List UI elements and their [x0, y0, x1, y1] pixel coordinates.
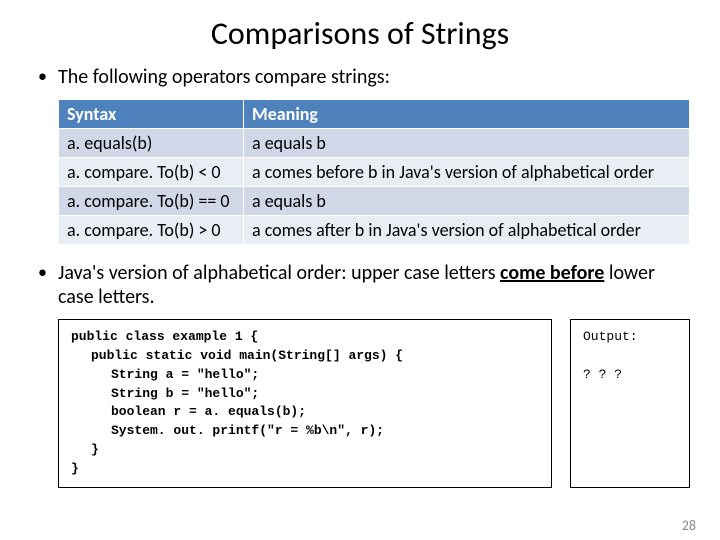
cell-meaning: a equals b — [244, 187, 690, 216]
cell-meaning: a comes after b in Java's version of alp… — [244, 216, 690, 245]
cell-syntax: a. compare. To(b) < 0 — [59, 158, 244, 187]
code-line: } — [71, 461, 79, 476]
page-title: Comparisons of Strings — [30, 14, 690, 53]
header-meaning: Meaning — [244, 100, 690, 129]
code-line: } — [71, 441, 539, 460]
intro-bullet: The following operators compare strings: — [30, 65, 690, 89]
code-block: public class example 1 { public static v… — [58, 319, 552, 488]
output-block: Output: ? ? ? — [570, 319, 690, 488]
cell-meaning: a comes before b in Java's version of al… — [244, 158, 690, 187]
table-row: a. compare. To(b) < 0 a comes before b i… — [59, 158, 690, 187]
table-row: a. compare. To(b) == 0 a equals b — [59, 187, 690, 216]
comparison-table: Syntax Meaning a. equals(b) a equals b a… — [58, 99, 690, 245]
cell-syntax: a. equals(b) — [59, 129, 244, 158]
cell-meaning: a equals b — [244, 129, 690, 158]
code-line: boolean r = a. equals(b); — [71, 403, 539, 422]
header-syntax: Syntax — [59, 100, 244, 129]
code-line: String a = "hello"; — [71, 366, 539, 385]
note-underlined: come before — [500, 261, 604, 285]
note-bullet: Java's version of alphabetical order: up… — [30, 261, 690, 309]
table-row: a. compare. To(b) > 0 a comes after b in… — [59, 216, 690, 245]
code-line: String b = "hello"; — [71, 385, 539, 404]
code-line: public class example 1 { — [71, 329, 258, 344]
output-label: Output: — [583, 329, 638, 344]
note-text-before: Java's version of alphabetical order: up… — [58, 261, 500, 285]
output-value: ? ? ? — [583, 367, 622, 382]
code-line: public static void main(String[] args) { — [71, 347, 539, 366]
cell-syntax: a. compare. To(b) == 0 — [59, 187, 244, 216]
table-row: a. equals(b) a equals b — [59, 129, 690, 158]
page-number: 28 — [682, 517, 696, 534]
code-line: System. out. printf("r = %b\n", r); — [71, 422, 539, 441]
cell-syntax: a. compare. To(b) > 0 — [59, 216, 244, 245]
